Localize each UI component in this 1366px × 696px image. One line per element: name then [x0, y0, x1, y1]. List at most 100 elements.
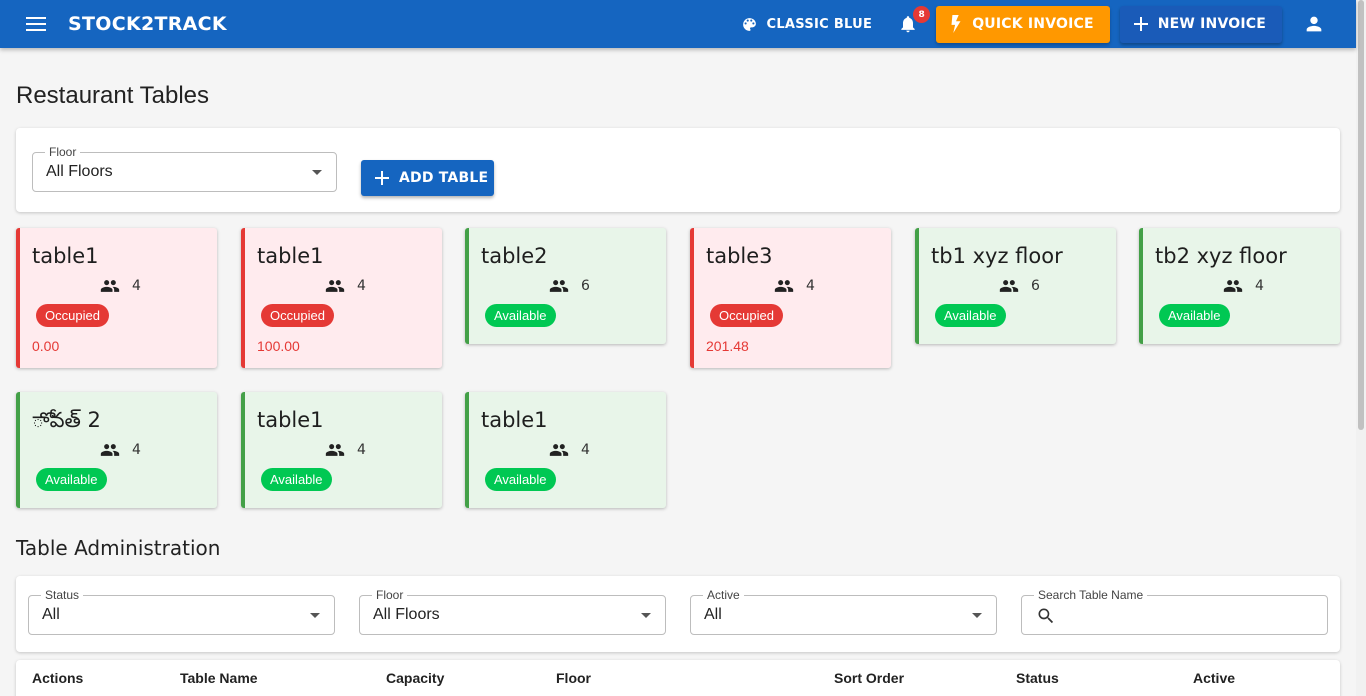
- dropdown-arrow-icon: [310, 613, 320, 618]
- plus-icon: [1133, 17, 1148, 31]
- theme-label: CLASSIC BLUE: [766, 16, 873, 32]
- quick-invoice-button[interactable]: QUICK INVOICE: [936, 5, 1110, 43]
- column-header-actions[interactable]: Actions: [32, 670, 83, 686]
- table-card[interactable]: table3 4 Occupied 201.48: [690, 228, 891, 368]
- table-card[interactable]: ాోవత్ 2 4 Available: [16, 392, 217, 508]
- table-card-capacity-value: 4: [357, 278, 366, 294]
- table-card-capacity-value: 6: [1031, 278, 1040, 294]
- table-card-capacity: 6: [549, 278, 590, 294]
- table-card-name: tb1 xyz floor: [931, 244, 1063, 268]
- user-icon: [1306, 16, 1322, 32]
- column-header-active[interactable]: Active: [1193, 670, 1235, 686]
- status-badge: Occupied: [710, 304, 783, 327]
- table-card-name: table1: [257, 244, 324, 268]
- new-invoice-button[interactable]: NEW INVOICE: [1119, 5, 1282, 43]
- table-card-name: table1: [481, 408, 548, 432]
- status-filter-label: Status: [41, 588, 84, 602]
- table-card-capacity-value: 4: [1255, 278, 1264, 294]
- active-filter-label: Active: [703, 588, 744, 602]
- table-card[interactable]: table1 4 Available: [465, 392, 666, 508]
- people-icon: [549, 444, 569, 456]
- search-table-input[interactable]: Search Table Name: [1021, 588, 1328, 635]
- palette-icon: [743, 17, 757, 31]
- table-card-amount: 201.48: [706, 338, 749, 354]
- notifications-button[interactable]: 8: [894, 6, 931, 38]
- search-icon: [1038, 608, 1054, 624]
- table-card-capacity: 4: [325, 442, 366, 458]
- menu-button[interactable]: [12, 0, 60, 48]
- status-badge: Available: [261, 468, 332, 491]
- people-icon: [325, 280, 345, 292]
- admin-section-title: Table Administration: [16, 536, 221, 560]
- table-card-capacity-value: 4: [581, 442, 590, 458]
- table-card-name: table3: [706, 244, 773, 268]
- notification-badge: 8: [913, 6, 931, 23]
- people-icon: [100, 444, 120, 456]
- table-card-capacity: 4: [1223, 278, 1264, 294]
- table-card-amount: 0.00: [32, 338, 60, 354]
- people-icon: [549, 280, 569, 292]
- table-card-capacity: 4: [100, 442, 141, 458]
- active-filter-select[interactable]: Active All: [690, 588, 997, 635]
- status-badge: Available: [1159, 304, 1230, 327]
- new-invoice-label: NEW INVOICE: [1157, 16, 1266, 32]
- table-card-capacity-value: 4: [806, 278, 815, 294]
- table-card-name: ాోవత్ 2: [32, 408, 101, 432]
- status-badge: Occupied: [261, 304, 334, 327]
- floor-select-value: All Floors: [46, 163, 113, 180]
- status-filter-value: All: [42, 606, 60, 623]
- status-filter-select[interactable]: Status All: [28, 588, 335, 635]
- table-card[interactable]: table1 4 Occupied 100.00: [241, 228, 442, 368]
- table-card-name: table1: [257, 408, 324, 432]
- column-header-capacity[interactable]: Capacity: [386, 670, 444, 686]
- add-table-label: ADD TABLE: [399, 170, 489, 186]
- column-header-floor[interactable]: Floor: [556, 670, 591, 686]
- table-card-name: tb2 xyz floor: [1155, 244, 1287, 268]
- people-icon: [999, 280, 1019, 292]
- plus-icon: [375, 171, 389, 185]
- table-card[interactable]: table1 4 Available: [241, 392, 442, 508]
- floor-select[interactable]: Floor All Floors: [32, 145, 337, 192]
- table-card-amount: 100.00: [257, 338, 300, 354]
- people-icon: [100, 280, 120, 292]
- table-card-capacity-value: 6: [581, 278, 590, 294]
- table-card-name: table1: [32, 244, 99, 268]
- table-card[interactable]: table2 6 Available: [465, 228, 666, 344]
- status-badge: Available: [485, 304, 556, 327]
- people-icon: [1223, 280, 1243, 292]
- table-card-capacity-value: 4: [357, 442, 366, 458]
- admin-filter-card: Status All Floor All Floors Active All S…: [16, 576, 1340, 652]
- people-icon: [325, 444, 345, 456]
- quick-invoice-label: QUICK INVOICE: [972, 16, 1094, 32]
- table-card[interactable]: tb2 xyz floor 4 Available: [1139, 228, 1340, 344]
- column-header-status[interactable]: Status: [1016, 670, 1059, 686]
- scrollbar-thumb[interactable]: [1358, 0, 1364, 430]
- hamburger-menu-icon: [26, 17, 46, 31]
- floor-filter-label: Floor: [372, 588, 408, 602]
- app-brand[interactable]: STOCK2TRACK: [68, 13, 227, 35]
- filter-card: Floor All Floors ADD TABLE: [16, 128, 1340, 212]
- active-filter-value: All: [704, 606, 722, 623]
- table-card-capacity: 4: [549, 442, 590, 458]
- floor-filter-select[interactable]: Floor All Floors: [359, 588, 666, 635]
- dropdown-arrow-icon: [312, 170, 322, 175]
- column-header-sort-order[interactable]: Sort Order: [834, 670, 904, 686]
- table-card-capacity: 6: [999, 278, 1040, 294]
- add-table-button[interactable]: ADD TABLE: [361, 160, 494, 196]
- table-card-capacity-value: 4: [132, 442, 141, 458]
- table-card[interactable]: table1 4 Occupied 0.00: [16, 228, 217, 368]
- lightning-icon: [951, 15, 961, 33]
- search-table-label: Search Table Name: [1034, 588, 1148, 602]
- floor-select-label: Floor: [45, 145, 81, 159]
- table-card-capacity: 4: [100, 278, 141, 294]
- admin-table-grid: Actions Table Name Capacity Floor Sort O…: [16, 660, 1340, 696]
- account-button[interactable]: [1292, 2, 1336, 46]
- people-icon: [774, 280, 794, 292]
- table-card-name: table2: [481, 244, 548, 268]
- floor-filter-value: All Floors: [373, 606, 440, 623]
- dropdown-arrow-icon: [641, 613, 651, 618]
- page-scrollbar[interactable]: [1356, 0, 1366, 696]
- theme-selector-button[interactable]: CLASSIC BLUE: [741, 16, 872, 33]
- table-card[interactable]: tb1 xyz floor 6 Available: [915, 228, 1116, 344]
- column-header-table-name[interactable]: Table Name: [180, 670, 258, 686]
